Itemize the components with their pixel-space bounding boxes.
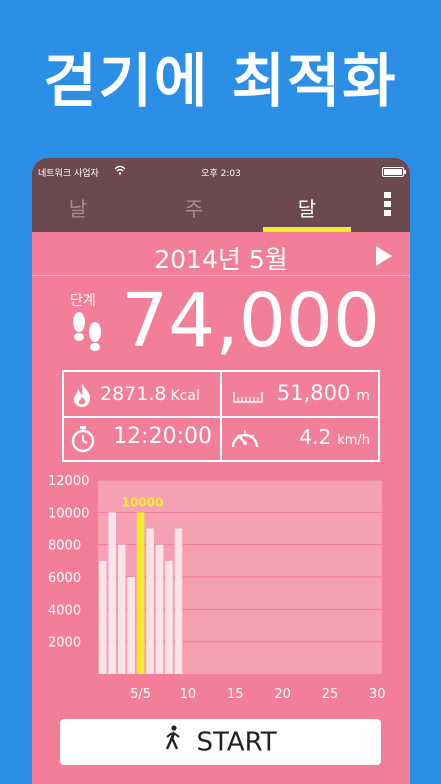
speed-value: 4.2 [299,425,332,449]
chart-bar [108,512,116,674]
battery-icon [382,167,406,177]
tab-week[interactable]: 주 [150,194,238,232]
duration-stat: 12:20:00 [68,422,218,456]
chart-bar [98,560,107,674]
steps-label: 단계 [70,293,96,309]
tab-month-label: 달 [297,197,317,221]
calories-stat: 2871.8 Kcal [68,378,218,412]
x-tick-label: 15 [227,687,244,702]
y-tick-label: 10000 [48,506,89,521]
steps-chart-svg: 12000 10000 8000 6000 4000 2000 5/5 10 15 20 25 30 1… [48,474,386,702]
tab-day[interactable]: 날 [34,194,122,232]
month-header: 2014년 5월 [32,232,410,276]
flame-icon [70,382,94,412]
stopwatch-icon [70,425,96,457]
speed-stat: 4.2 km/h [226,422,376,456]
y-tick-label: 6000 [48,571,81,586]
month-label: 2014년 5월 [154,245,288,274]
period-tabs: 날 주 달 [32,194,410,232]
start-button[interactable]: START [60,719,381,765]
speedometer-icon [230,425,260,455]
stats-grid: 2871.8 Kcal 51,800 m 12:20:00 4.2 km/h [62,370,380,462]
chart-bar [117,544,126,674]
headline: 걷기에 최적화 [43,47,398,115]
chart-bar [146,528,154,674]
tab-day-label: 날 [68,197,88,221]
steps-value: 74,000 [121,278,380,364]
y-tick-label: 12000 [48,474,89,489]
calories-value: 2871.8 [100,383,167,405]
next-arrow-icon[interactable] [376,246,392,266]
vertical-menu-icon[interactable] [384,192,392,216]
chart-bar [155,544,164,674]
tab-week-label: 주 [184,197,204,221]
y-tick-label: 2000 [48,636,81,651]
stats-divider-horizontal [64,416,378,418]
steps-chart: 12000 10000 8000 6000 4000 2000 5/5 10 15 20 25 30 1… [32,468,410,708]
calories-unit: Kcal [170,388,200,404]
top-bar: 네트워크 사업자 오후 2:03 날 주 달 [32,158,410,232]
duration-value: 12:20:00 [113,424,212,449]
phone-screen: 네트워크 사업자 오후 2:03 날 주 달 2014년 5월 단계 74,00… [32,158,410,784]
x-tick-label: 25 [322,687,339,702]
x-tick-label: 10 [180,687,197,702]
chart-bar [165,560,173,674]
chart-bar [127,577,135,674]
speed-unit: km/h [337,433,370,448]
x-tick-label: 20 [274,687,291,702]
y-tick-label: 4000 [48,603,81,618]
ruler-icon [232,388,264,408]
walking-person-icon [164,720,182,766]
start-button-label: START [196,727,277,758]
tab-month[interactable]: 달 [263,194,351,232]
chart-bar [174,528,183,674]
x-tick-label: 30 [369,687,386,702]
x-tick-label: 5/5 [130,687,151,702]
status-time: 오후 2:03 [201,169,241,179]
y-tick-label: 8000 [48,539,81,554]
highlight-bar-label: 10000 [122,495,164,509]
chart-bar-highlight [136,512,145,674]
distance-unit: m [356,388,370,404]
distance-value: 51,800 [276,381,351,405]
footprints-icon [68,308,108,356]
status-bar: 네트워크 사업자 오후 2:03 [32,165,410,180]
distance-stat: 51,800 m [226,378,376,412]
